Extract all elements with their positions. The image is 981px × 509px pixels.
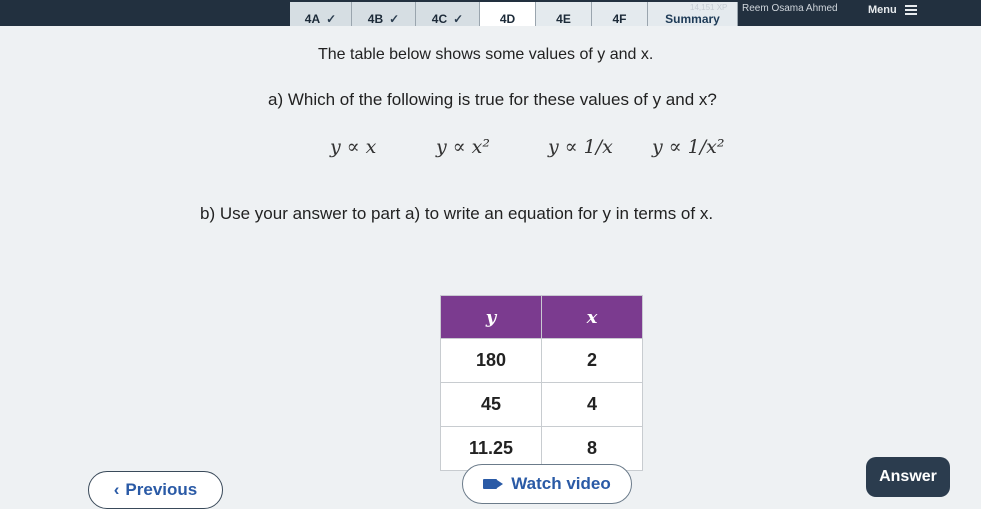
tab-label: 4F [612,12,627,26]
tab-label: 4C [431,12,448,26]
user-name: Reem Osama Ahmed [742,3,838,14]
option-square: y ∝ x² [436,136,491,158]
table-header-row: y x [440,295,643,339]
menu-label: Menu [868,4,897,16]
tab-label: Summary [665,12,720,26]
menu-button[interactable]: Menu [868,4,917,16]
hamburger-icon [904,5,917,15]
table-row: 180 2 [440,338,643,383]
tab-label: 4A [304,12,321,26]
tab-label: 4E [556,12,571,26]
chevron-left-icon: ‹ [113,480,120,499]
column-header-x: x [541,295,643,339]
values-table: y x 180 2 45 4 11.25 8 [440,295,643,471]
cell-y: 180 [440,338,542,383]
question-panel: The table below shows some values of y a… [0,26,981,509]
previous-label: Previous [125,480,198,499]
tab-label: 4D [499,12,516,26]
cell-x: 2 [541,338,643,383]
question-part-b: b) Use your answer to part a) to write a… [200,204,714,223]
cell-x: 4 [541,382,643,427]
question-part-a: a) Which of the following is true for th… [268,90,717,109]
answer-label: Answer [879,468,937,485]
watch-video-label: Watch video [511,474,611,493]
xp-counter: 14,151 XP [690,3,728,12]
option-inverse-square: y ∝ 1/x² [652,136,725,158]
answer-button[interactable]: Answer [866,457,950,497]
previous-button[interactable]: ‹ Previous [88,471,223,509]
column-header-y: y [440,295,542,339]
option-inverse: y ∝ 1/x [548,136,613,158]
table-row: 45 4 [440,382,643,427]
check-icon: ✓ [453,12,464,26]
check-icon: ✓ [326,12,337,26]
option-direct: y ∝ x [330,136,377,158]
watch-video-button[interactable]: Watch video [462,464,632,504]
tab-label: 4B [367,12,384,26]
check-icon: ✓ [389,12,400,26]
cell-y: 45 [440,382,542,427]
question-intro: The table below shows some values of y a… [318,46,654,63]
video-camera-icon [483,479,504,489]
